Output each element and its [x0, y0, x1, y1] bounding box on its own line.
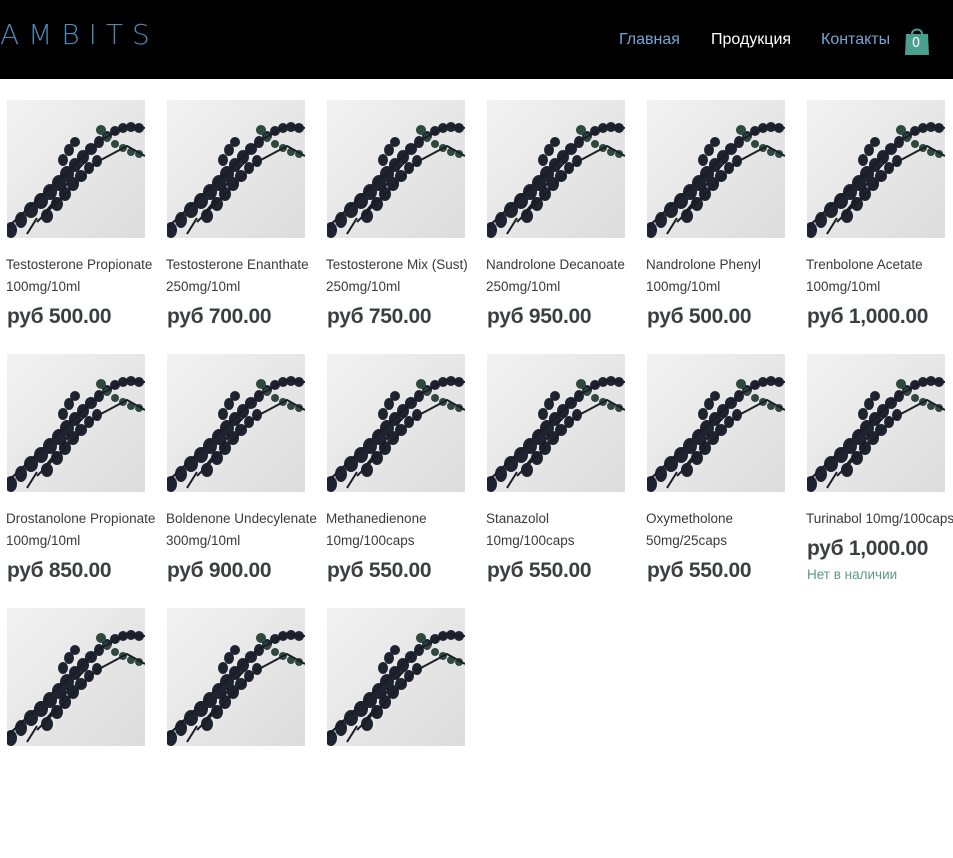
nav-link-contacts[interactable]: Контакты	[821, 31, 890, 49]
product-dose: 300mg/10ml	[166, 533, 241, 548]
product-image[interactable]	[647, 100, 785, 238]
product-price: руб 500.00	[647, 305, 752, 328]
product-dose: 100mg/10ml	[6, 533, 81, 548]
product-card[interactable]: Nandrolone Decanoate 250mg/10ml руб 950.…	[486, 100, 637, 350]
product-name[interactable]: Oxymetholone	[646, 511, 796, 527]
product-card[interactable]	[7, 608, 157, 858]
product-image[interactable]	[807, 354, 945, 492]
product-dose: 50mg/25caps	[646, 533, 728, 548]
product-price: руб 850.00	[7, 559, 112, 582]
site-header: AMBITS Главная Продукция Контакты 0	[0, 0, 953, 79]
product-image[interactable]	[7, 608, 145, 746]
product-card[interactable]	[167, 608, 317, 858]
product-price: руб 950.00	[487, 305, 592, 328]
product-dose: 100mg/10ml	[6, 279, 81, 294]
product-price: руб 750.00	[327, 305, 432, 328]
product-price: руб 900.00	[167, 559, 272, 582]
product-card[interactable]	[327, 608, 477, 858]
nav-link-home[interactable]: Главная	[619, 31, 680, 49]
product-card[interactable]: Testosterone Mix (Sust) 250mg/10ml руб 7…	[326, 100, 477, 350]
site-logo[interactable]: AMBITS	[0, 18, 159, 51]
product-image[interactable]	[487, 100, 625, 238]
product-name[interactable]: Nandrolone Decanoate	[486, 257, 636, 273]
product-price: руб 700.00	[167, 305, 272, 328]
product-image[interactable]	[167, 354, 305, 492]
product-image[interactable]	[7, 354, 145, 492]
product-price: руб 1,000.00	[807, 537, 929, 560]
product-image[interactable]	[7, 100, 145, 238]
product-image[interactable]	[327, 608, 465, 746]
product-name[interactable]: Testosterone Propionate	[6, 257, 156, 273]
product-dose: 10mg/100caps	[326, 533, 415, 548]
stock-status: Нет в наличии	[807, 567, 898, 582]
product-name[interactable]: Stanazolol	[486, 511, 636, 527]
product-card[interactable]: Testosterone Enanthate 250mg/10ml руб 70…	[166, 100, 317, 350]
product-name[interactable]: Testosterone Enanthate	[166, 257, 316, 273]
nav-link-products[interactable]: Продукция	[711, 31, 791, 49]
product-price: руб 550.00	[327, 559, 432, 582]
product-card[interactable]: Stanazolol 10mg/100caps руб 550.00	[486, 354, 637, 604]
cart-count: 0	[911, 36, 921, 51]
product-price: руб 500.00	[7, 305, 112, 328]
product-card[interactable]: Nandrolone Phenyl 100mg/10ml руб 500.00	[646, 100, 797, 350]
product-price: руб 550.00	[487, 559, 592, 582]
product-name[interactable]: Drostanolone Propionate	[6, 511, 156, 527]
shopping-bag-icon[interactable]: 0	[904, 24, 930, 56]
product-card[interactable]: Boldenone Undecylenate 300mg/10ml руб 90…	[166, 354, 317, 604]
product-dose: 100mg/10ml	[806, 279, 881, 294]
product-name[interactable]: Testosterone Mix (Sust)	[326, 257, 476, 273]
product-image[interactable]	[327, 354, 465, 492]
product-dose: 250mg/10ml	[166, 279, 241, 294]
product-card[interactable]: Methanedienone 10mg/100caps руб 550.00	[326, 354, 477, 604]
product-image[interactable]	[807, 100, 945, 238]
product-image[interactable]	[167, 608, 305, 746]
product-image[interactable]	[647, 354, 785, 492]
product-name[interactable]: Methanedienone	[326, 511, 476, 527]
product-name[interactable]: Boldenone Undecylenate	[166, 511, 317, 527]
product-price: руб 550.00	[647, 559, 752, 582]
product-image[interactable]	[167, 100, 305, 238]
product-card[interactable]: Trenbolone Acetate 100mg/10ml руб 1,000.…	[806, 100, 953, 350]
product-card[interactable]: Testosterone Propionate 100mg/10ml руб 5…	[6, 100, 157, 350]
product-card[interactable]: Oxymetholone 50mg/25caps руб 550.00	[646, 354, 797, 604]
product-dose: 250mg/10ml	[326, 279, 401, 294]
product-price: руб 1,000.00	[807, 305, 929, 328]
product-image[interactable]	[487, 354, 625, 492]
product-card[interactable]: Turinabol 10mg/100caps руб 1,000.00 Нет …	[806, 354, 953, 604]
product-card[interactable]: Drostanolone Propionate 100mg/10ml руб 8…	[6, 354, 157, 604]
product-name[interactable]: Trenbolone Acetate	[806, 257, 953, 273]
product-name[interactable]: Turinabol 10mg/100caps	[806, 511, 953, 527]
product-dose: 100mg/10ml	[646, 279, 721, 294]
product-dose: 10mg/100caps	[486, 533, 575, 548]
product-image[interactable]	[327, 100, 465, 238]
product-dose: 250mg/10ml	[486, 279, 561, 294]
product-name[interactable]: Nandrolone Phenyl	[646, 257, 796, 273]
